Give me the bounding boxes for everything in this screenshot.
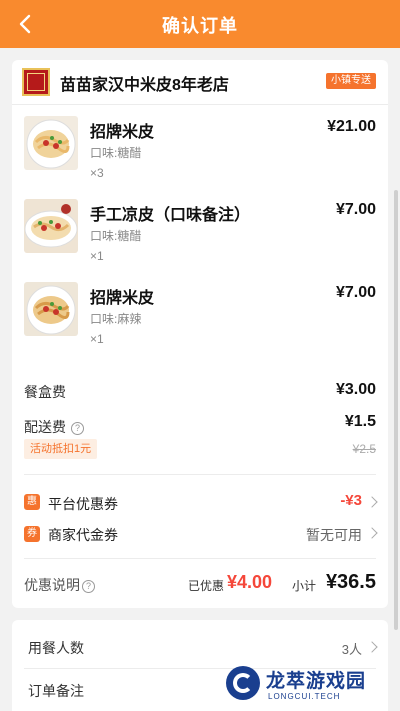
discount-icon: 惠 — [24, 494, 40, 510]
delivery-fee-label: 配送费 — [24, 419, 66, 435]
watermark-logo: 龙萃游戏园 LONGCUI.TECH — [226, 664, 386, 708]
merchant-voucher-value[interactable]: 暂无可用 — [306, 525, 362, 545]
item-quantity: ×1 — [90, 249, 104, 263]
watermark-subtitle: LONGCUI.TECH — [268, 692, 341, 701]
chevron-right-icon[interactable] — [366, 527, 378, 539]
item-name: 手工凉皮（口味备注） — [90, 207, 251, 224]
platform-coupon-value[interactable]: -¥3 — [340, 492, 362, 509]
remark-label[interactable]: 订单备注 — [28, 681, 84, 701]
chevron-right-icon[interactable] — [366, 496, 378, 508]
item-flavor: 口味:糖醋 — [90, 146, 142, 160]
page-title: 确认订单 — [162, 16, 238, 36]
box-fee-value: ¥3.00 — [335, 381, 376, 398]
shop-logo — [22, 68, 50, 96]
voucher-icon: 券 — [24, 526, 40, 542]
scrollbar[interactable] — [394, 190, 398, 630]
shop-name: 苗苗家汉中米皮8年老店 — [60, 77, 229, 94]
merchant-voucher-label[interactable]: 商家代金券 — [48, 525, 118, 545]
item-price: ¥7.00 — [335, 201, 376, 218]
subtotal-label: 小计 — [292, 579, 317, 593]
item-quantity: ×1 — [90, 332, 104, 346]
discount-value: ¥4.00 — [227, 572, 273, 592]
delivery-badge: 小镇专送 — [326, 73, 376, 89]
list-item: 手工凉皮（口味备注） 口味:糖醋 ×1 ¥7.00 — [12, 199, 388, 269]
item-name: 招牌米皮 — [90, 124, 155, 141]
subtotal-value: ¥36.5 — [325, 571, 376, 593]
original-delivery-fee: ¥2.5 — [352, 442, 376, 456]
divider — [12, 104, 388, 105]
item-quantity: ×3 — [90, 166, 104, 180]
diners-value[interactable]: 3人 — [342, 639, 362, 658]
watermark-title: 龙萃游戏园 — [266, 671, 367, 692]
help-icon[interactable]: ? — [71, 421, 84, 435]
food-image — [24, 199, 78, 253]
item-name: 招牌米皮 — [90, 290, 155, 307]
top-bar: 确认订单 — [0, 0, 400, 48]
delivery-fee-row: 配送费? — [24, 417, 84, 437]
discount-label: 已优惠 — [188, 579, 225, 593]
diners-label[interactable]: 用餐人数 — [28, 638, 84, 658]
order-card: 苗苗家汉中米皮8年老店 小镇专送 招牌米皮 口味:糖醋 ×3 ¥21.00 手工… — [12, 60, 388, 608]
food-image — [24, 282, 78, 336]
divider — [24, 474, 376, 475]
discount-info-label: 优惠说明 — [24, 577, 80, 593]
list-item: 招牌米皮 口味:糖醋 ×3 ¥21.00 — [12, 116, 388, 186]
box-fee-label: 餐盒费 — [24, 384, 66, 400]
chevron-right-icon[interactable] — [366, 641, 378, 653]
delivery-fee-value: ¥1.5 — [344, 413, 376, 430]
help-icon[interactable]: ? — [82, 579, 95, 593]
item-flavor: 口味:麻辣 — [90, 312, 142, 326]
divider — [24, 558, 376, 559]
food-image — [24, 116, 78, 170]
list-item: 招牌米皮 口味:麻辣 ×1 ¥7.00 — [12, 282, 388, 352]
watermark-emblem-icon — [226, 666, 260, 700]
promo-tag: 活动抵扣1元 — [24, 439, 98, 459]
platform-coupon-label[interactable]: 平台优惠券 — [48, 494, 118, 514]
item-price: ¥7.00 — [335, 284, 376, 301]
item-price: ¥21.00 — [327, 118, 376, 135]
discount-info[interactable]: 优惠说明? — [24, 575, 95, 595]
item-flavor: 口味:糖醋 — [90, 229, 142, 243]
